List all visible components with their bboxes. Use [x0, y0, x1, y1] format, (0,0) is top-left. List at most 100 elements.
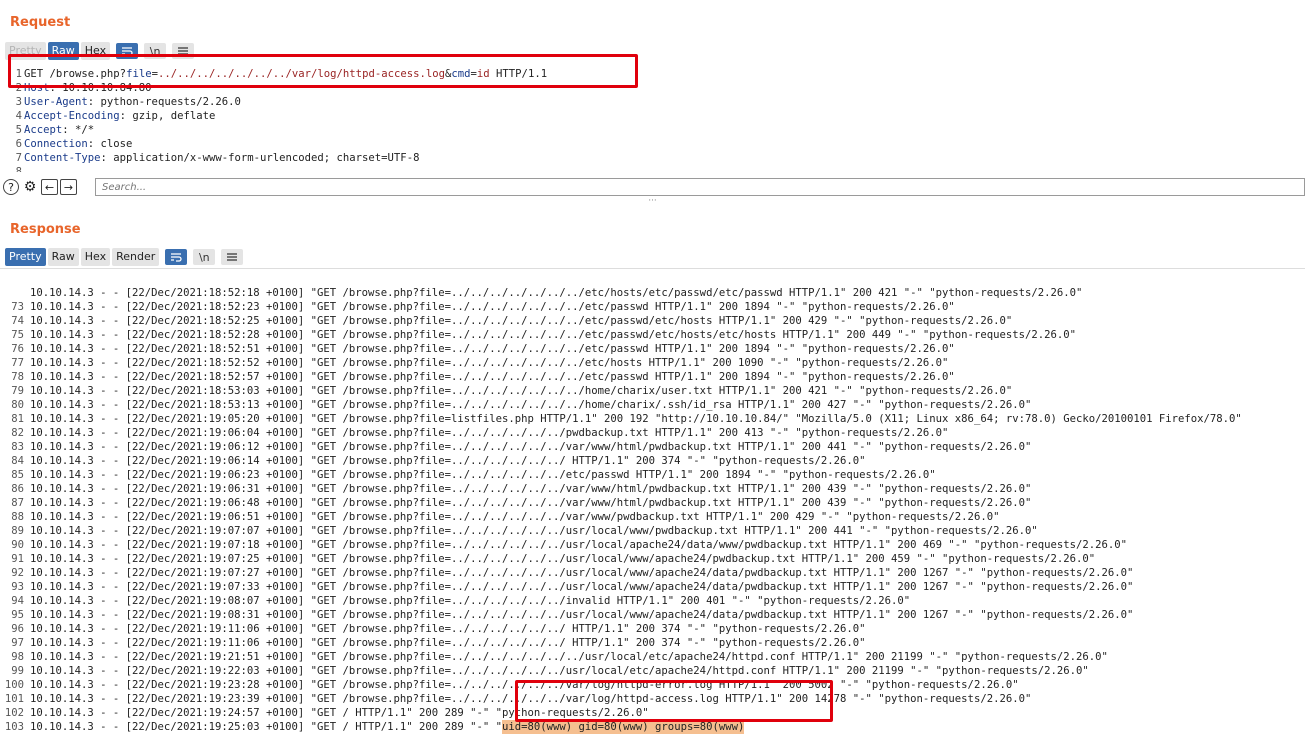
response-tab-render[interactable]: Render [112, 248, 160, 266]
response-line-text: 10.10.14.3 - - [22/Dec/2021:19:07:07 +01… [30, 525, 1038, 537]
line-number: 73 [11, 301, 24, 313]
response-line-text: 10.10.14.3 - - [22/Dec/2021:18:52:51 +01… [30, 343, 955, 355]
line-number: 90 [11, 539, 24, 551]
request-token: : close [87, 138, 133, 150]
response-line: 93 10.10.14.3 - - [22/Dec/2021:19:07:33 +… [0, 580, 1305, 594]
response-line: 84 10.10.14.3 - - [22/Dec/2021:19:06:14 +… [0, 454, 1305, 468]
response-tab-pretty[interactable]: Pretty [5, 248, 46, 266]
newline-toggle-button[interactable]: \n [193, 249, 216, 265]
response-line-text: 10.10.14.3 - - [22/Dec/2021:19:07:18 +01… [30, 539, 1128, 551]
request-search-input[interactable] [95, 178, 1305, 196]
line-number: 95 [11, 609, 24, 621]
line-number: 97 [11, 637, 24, 649]
command-output-annotation [515, 680, 833, 722]
line-number: 74 [11, 315, 24, 327]
response-line: 76 10.10.14.3 - - [22/Dec/2021:18:52:51 +… [0, 342, 1305, 356]
request-token: : python-requests/2.26.0 [87, 96, 241, 108]
help-icon[interactable]: ? [3, 179, 19, 195]
request-search-controls: ? ⚙ ← → [3, 178, 79, 196]
wrap-lines-icon[interactable] [165, 249, 188, 265]
line-number: 100 [4, 679, 24, 691]
response-line-text: 10.10.14.3 - - [22/Dec/2021:19:07:25 +01… [30, 553, 1096, 565]
response-title: Response [10, 222, 81, 237]
response-line: 78 10.10.14.3 - - [22/Dec/2021:18:52:57 +… [0, 370, 1305, 384]
previous-arrow-icon[interactable]: ← [41, 179, 58, 195]
line-number: 99 [11, 665, 24, 677]
response-toolbar: Pretty Raw Hex Render \n [5, 247, 244, 267]
response-tab-hex[interactable]: Hex [80, 248, 111, 266]
response-line: 91 10.10.14.3 - - [22/Dec/2021:19:07:25 +… [0, 552, 1305, 566]
splitter-handle[interactable]: ··· [0, 197, 1305, 208]
request-line-text: Accept-Encoding: gzip, deflate [24, 109, 215, 123]
response-line-text: 10.10.14.3 - - [22/Dec/2021:19:05:20 +01… [30, 413, 1242, 425]
line-number: 92 [11, 567, 24, 579]
response-line-text: 10.10.14.3 - - [22/Dec/2021:19:06:14 +01… [30, 455, 866, 467]
response-line: 99 10.10.14.3 - - [22/Dec/2021:19:22:03 +… [0, 664, 1305, 678]
line-number: 7 [15, 152, 22, 164]
response-line: 79 10.10.14.3 - - [22/Dec/2021:18:53:03 +… [0, 384, 1305, 398]
line-number: 83 [11, 441, 24, 453]
line-number: 93 [11, 581, 24, 593]
response-line-text: 10.10.14.3 - - [22/Dec/2021:18:52:52 +01… [30, 357, 949, 369]
response-line: 80 10.10.14.3 - - [22/Dec/2021:18:53:13 +… [0, 398, 1305, 412]
request-line: 6 Connection: close [0, 137, 1305, 151]
request-token: : gzip, deflate [119, 110, 216, 122]
line-number: 6 [15, 138, 22, 150]
response-line-text: 10.10.14.3 - - [22/Dec/2021:18:52:57 +01… [30, 371, 955, 383]
line-number: 77 [11, 357, 24, 369]
request-token: Connection [24, 138, 88, 150]
response-tab-raw[interactable]: Raw [47, 248, 79, 266]
line-number: 84 [11, 455, 24, 467]
response-line-text: 10.10.14.3 - - [22/Dec/2021:19:06:12 +01… [30, 441, 1032, 453]
line-number: 76 [11, 343, 24, 355]
command-output-highlight: uid=80(www) gid=80(www) groups=80(www) [501, 720, 745, 734]
request-title: Request [10, 15, 71, 30]
response-line: 89 10.10.14.3 - - [22/Dec/2021:19:07:07 +… [0, 524, 1305, 538]
request-line-text: Accept: */* [24, 123, 94, 137]
line-number: 5 [15, 124, 22, 136]
response-line-text: 10.10.14.3 - - [22/Dec/2021:18:52:23 +01… [30, 301, 955, 313]
line-number: 79 [11, 385, 24, 397]
line-number: 96 [11, 623, 24, 635]
response-line: 74 10.10.14.3 - - [22/Dec/2021:18:52:25 +… [0, 314, 1305, 328]
response-line: 81 10.10.14.3 - - [22/Dec/2021:19:05:20 +… [0, 412, 1305, 426]
request-line-text: User-Agent: python-requests/2.26.0 [24, 95, 241, 109]
request-token: : */* [62, 124, 95, 136]
response-line-text: 10.10.14.3 - - [22/Dec/2021:19:21:51 +01… [30, 651, 1108, 663]
menu-icon[interactable] [221, 249, 244, 265]
gear-icon[interactable]: ⚙ [22, 179, 38, 195]
response-line: 88 10.10.14.3 - - [22/Dec/2021:19:06:51 +… [0, 510, 1305, 524]
line-number: 80 [11, 399, 24, 411]
request-line: 4 Accept-Encoding: gzip, deflate [0, 109, 1305, 123]
response-line-text: 10.10.14.3 - - [22/Dec/2021:18:52:18 +01… [30, 287, 1083, 299]
response-editor[interactable]: 10.10.14.3 - - [22/Dec/2021:18:52:18 +01… [0, 268, 1305, 736]
response-line-text: 10.10.14.3 - - [22/Dec/2021:19:06:31 +01… [30, 483, 1032, 495]
request-line-text: Connection: close [24, 137, 132, 151]
request-line: 5 Accept: */* [0, 123, 1305, 137]
request-token: Accept [24, 124, 63, 136]
request-line: 7 Content-Type: application/x-www-form-ur… [0, 151, 1305, 165]
response-line: 98 10.10.14.3 - - [22/Dec/2021:19:21:51 +… [0, 650, 1305, 664]
line-number: 82 [11, 427, 24, 439]
request-line-text: Content-Type: application/x-www-form-url… [24, 151, 419, 165]
response-line: 94 10.10.14.3 - - [22/Dec/2021:19:08:07 +… [0, 594, 1305, 608]
line-number: 98 [11, 651, 24, 663]
response-line: 92 10.10.14.3 - - [22/Dec/2021:19:07:27 +… [0, 566, 1305, 580]
response-line-text: 10.10.14.3 - - [22/Dec/2021:18:53:03 +01… [30, 385, 1013, 397]
line-number: 101 [4, 693, 24, 705]
line-number: 91 [11, 553, 24, 565]
response-line: 82 10.10.14.3 - - [22/Dec/2021:19:06:04 +… [0, 426, 1305, 440]
response-line-text: 10.10.14.3 - - [22/Dec/2021:19:08:31 +01… [30, 609, 1134, 621]
response-line-text: 10.10.14.3 - - [22/Dec/2021:19:11:06 +01… [30, 623, 866, 635]
response-line: 75 10.10.14.3 - - [22/Dec/2021:18:52:28 +… [0, 328, 1305, 342]
line-number: 94 [11, 595, 24, 607]
response-line: 77 10.10.14.3 - - [22/Dec/2021:18:52:52 +… [0, 356, 1305, 370]
response-line-text: 10.10.14.3 - - [22/Dec/2021:19:07:27 +01… [30, 567, 1134, 579]
response-line-text: 10.10.14.3 - - [22/Dec/2021:18:53:13 +01… [30, 399, 1032, 411]
request-token: Content-Type [24, 152, 101, 164]
line-number: 103 [4, 721, 24, 733]
line-number: 86 [11, 483, 24, 495]
response-line-text: 10.10.14.3 - - [22/Dec/2021:19:11:06 +01… [30, 637, 866, 649]
next-arrow-icon[interactable]: → [60, 179, 77, 195]
line-number: 75 [11, 329, 24, 341]
